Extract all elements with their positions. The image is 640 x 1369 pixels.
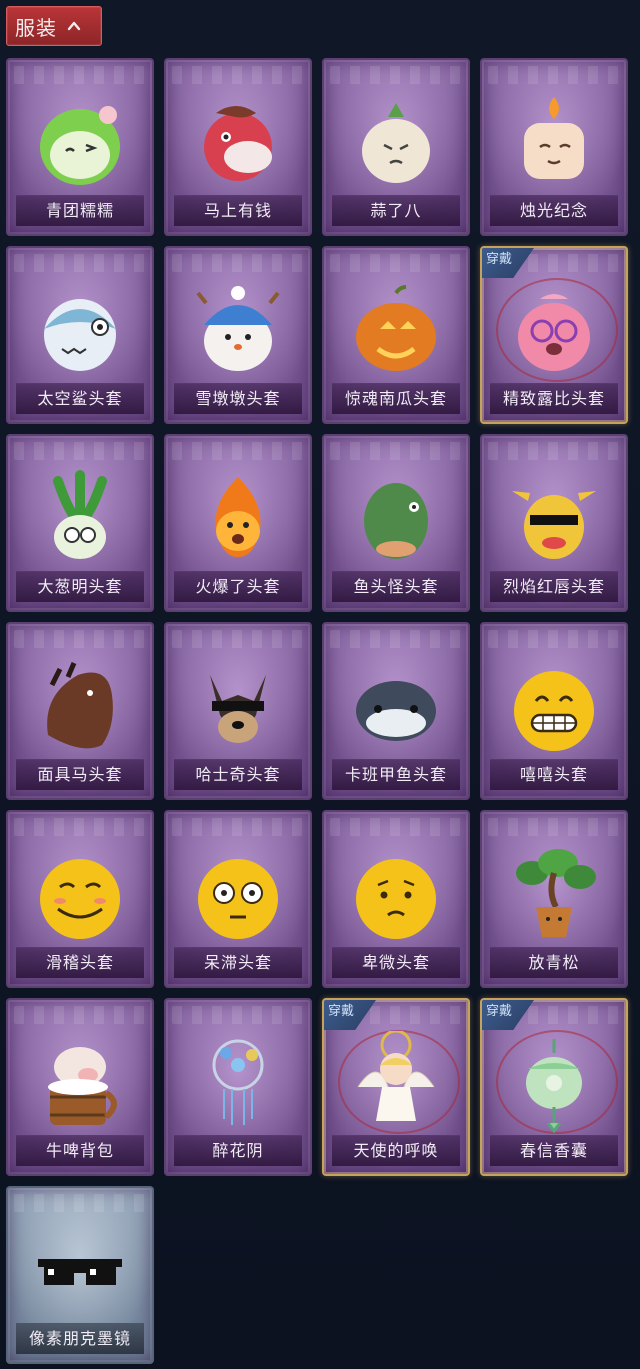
funny-emoji-icon: [8, 836, 152, 954]
costume-card[interactable]: 惊魂南瓜头套: [322, 246, 470, 424]
costume-card[interactable]: 鱼头怪头套: [322, 434, 470, 612]
costume-name: 牛啤背包: [16, 1135, 144, 1166]
scallion-head-icon: [8, 460, 152, 578]
red-horse-icon: [166, 84, 310, 202]
turtle-head-icon: [324, 648, 468, 766]
angel-icon: [324, 1024, 468, 1142]
costume-name: 烛光纪念: [490, 195, 618, 226]
costume-card[interactable]: 蒜了八: [322, 58, 470, 236]
costume-name: 哈士奇头套: [174, 759, 302, 790]
costume-card[interactable]: 穿戴 天使的呼唤: [322, 998, 470, 1176]
costume-card[interactable]: 穿戴 春信香囊: [480, 998, 628, 1176]
candle-icon: [482, 84, 626, 202]
costume-card[interactable]: 穿戴 精致露比头套: [480, 246, 628, 424]
costume-card[interactable]: 像素朋克墨镜: [6, 1186, 154, 1364]
costume-name: 蒜了八: [332, 195, 460, 226]
cow-beer-backpack-icon: [8, 1024, 152, 1142]
costume-name: 烈焰红唇头套: [490, 571, 618, 602]
wardrobe-page: 服装 青团糯糯 马上有钱 蒜了八 烛光纪念太空鲨头套 雪墩墩头套 惊魂南瓜头套 穿戴 精致露比…: [0, 0, 640, 1369]
floral-ornament-icon: [166, 1024, 310, 1142]
sachet-icon: [482, 1024, 626, 1142]
pixel-sunglasses-icon: [8, 1212, 152, 1330]
costume-card[interactable]: 嘻嘻头套: [480, 622, 628, 800]
costume-card[interactable]: 雪墩墩头套: [164, 246, 312, 424]
costume-name: 卑微头套: [332, 947, 460, 978]
husky-head-icon: [166, 648, 310, 766]
costume-card[interactable]: 马上有钱: [164, 58, 312, 236]
fish-head-icon: [324, 460, 468, 578]
costume-grid: 青团糯糯 马上有钱 蒜了八 烛光纪念太空鲨头套 雪墩墩头套 惊魂南瓜头套 穿戴 精致露比头套大…: [6, 58, 628, 1364]
pikachu-head-icon: [482, 460, 626, 578]
costume-category-toggle[interactable]: 服装: [6, 6, 102, 46]
costume-name: 醉花阴: [174, 1135, 302, 1166]
costume-card[interactable]: 放青松: [480, 810, 628, 988]
costume-name: 火爆了头套: [174, 571, 302, 602]
costume-card[interactable]: 青团糯糯: [6, 58, 154, 236]
costume-card[interactable]: 呆滞头套: [164, 810, 312, 988]
shark-head-icon: [8, 272, 152, 390]
costume-card[interactable]: 烈焰红唇头套: [480, 434, 628, 612]
costume-card[interactable]: 烛光纪念: [480, 58, 628, 236]
snowman-head-icon: [166, 272, 310, 390]
costume-card[interactable]: 火爆了头套: [164, 434, 312, 612]
costume-name: 卡班甲鱼头套: [332, 759, 460, 790]
costume-name: 雪墩墩头套: [174, 383, 302, 414]
garlic-icon: [324, 84, 468, 202]
costume-card[interactable]: 牛啤背包: [6, 998, 154, 1176]
costume-card[interactable]: 大葱明头套: [6, 434, 154, 612]
pink-beaver-head-icon: [482, 272, 626, 390]
costume-name: 青团糯糯: [16, 195, 144, 226]
costume-name: 面具马头套: [16, 759, 144, 790]
costume-name: 精致露比头套: [490, 383, 618, 414]
humble-emoji-icon: [324, 836, 468, 954]
pumpkin-head-icon: [324, 272, 468, 390]
costume-name: 春信香囊: [490, 1135, 618, 1166]
dazed-emoji-icon: [166, 836, 310, 954]
costume-name: 马上有钱: [174, 195, 302, 226]
costume-name: 惊魂南瓜头套: [332, 383, 460, 414]
costume-card[interactable]: 面具马头套: [6, 622, 154, 800]
costume-name: 嘻嘻头套: [490, 759, 618, 790]
costume-name: 天使的呼唤: [332, 1135, 460, 1166]
fire-head-icon: [166, 460, 310, 578]
green-dumpling-icon: [8, 84, 152, 202]
grin-emoji-icon: [482, 648, 626, 766]
costume-name: 太空鲨头套: [16, 383, 144, 414]
costume-name: 滑稽头套: [16, 947, 144, 978]
costume-card[interactable]: 醉花阴: [164, 998, 312, 1176]
costume-name: 鱼头怪头套: [332, 571, 460, 602]
category-title: 服装: [15, 15, 57, 40]
costume-card[interactable]: 哈士奇头套: [164, 622, 312, 800]
bonsai-pine-icon: [482, 836, 626, 954]
costume-card[interactable]: 太空鲨头套: [6, 246, 154, 424]
chevron-up-icon: [67, 21, 81, 31]
costume-card[interactable]: 卑微头套: [322, 810, 470, 988]
horse-mask-icon: [8, 648, 152, 766]
costume-name: 呆滞头套: [174, 947, 302, 978]
costume-card[interactable]: 滑稽头套: [6, 810, 154, 988]
costume-name: 放青松: [490, 947, 618, 978]
costume-card[interactable]: 卡班甲鱼头套: [322, 622, 470, 800]
costume-name: 大葱明头套: [16, 571, 144, 602]
costume-name: 像素朋克墨镜: [16, 1323, 144, 1354]
